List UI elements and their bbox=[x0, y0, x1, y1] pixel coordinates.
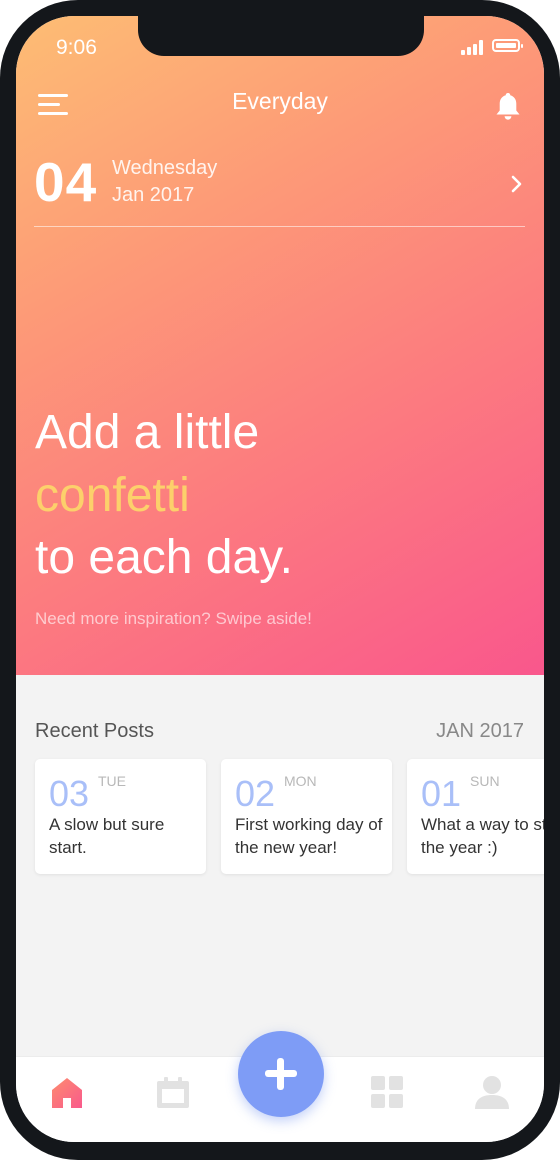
post-day-number: 03 bbox=[49, 773, 90, 814]
post-day-number: 02 bbox=[235, 773, 276, 814]
headline-highlight: confetti bbox=[35, 469, 190, 522]
battery-icon bbox=[492, 39, 523, 52]
headline-line-3: to each day. bbox=[35, 531, 293, 584]
calendar-icon[interactable] bbox=[156, 1077, 190, 1109]
hero-section: 9:06 Everyday 04 Wednesday Jan 2017 Add … bbox=[16, 16, 544, 675]
post-weekday: SUN bbox=[470, 773, 500, 789]
profile-icon[interactable] bbox=[474, 1075, 510, 1109]
chevron-right-icon[interactable] bbox=[510, 174, 524, 194]
date-weekday: Wednesday bbox=[112, 157, 218, 179]
status-time: 9:06 bbox=[56, 36, 97, 59]
date-month-year: Jan 2017 bbox=[112, 184, 195, 206]
home-icon[interactable] bbox=[50, 1076, 84, 1110]
date-day-number: 04 bbox=[34, 151, 98, 213]
swipe-hint: Need more inspiration? Swipe aside! bbox=[35, 609, 312, 628]
post-weekday: MON bbox=[284, 773, 317, 789]
grid-icon[interactable] bbox=[371, 1076, 403, 1108]
recent-posts-month[interactable]: JAN 2017 bbox=[436, 720, 524, 743]
post-text: A slow but sure start. bbox=[49, 815, 165, 857]
add-post-button[interactable] bbox=[238, 1031, 324, 1117]
app-screen: 9:06 Everyday 04 Wednesday Jan 2017 Add … bbox=[16, 16, 544, 1142]
post-text: First working day of the new year! bbox=[235, 815, 383, 857]
post-card[interactable]: 02 MON First working day of the new year… bbox=[221, 759, 392, 874]
post-weekday: TUE bbox=[98, 773, 126, 789]
app-title: Everyday bbox=[232, 88, 328, 114]
recent-posts-title: Recent Posts bbox=[35, 720, 154, 742]
post-day-number: 01 bbox=[421, 773, 462, 814]
post-card[interactable]: 01 SUN What a way to start the year :) bbox=[407, 759, 544, 874]
phone-frame: 9:06 Everyday 04 Wednesday Jan 2017 Add … bbox=[0, 0, 560, 1160]
bell-icon[interactable] bbox=[494, 91, 522, 121]
post-card[interactable]: 03 TUE A slow but sure start. bbox=[35, 759, 206, 874]
headline-line-1: Add a little bbox=[35, 406, 260, 459]
signal-icon bbox=[461, 40, 487, 55]
post-text: What a way to start the year :) bbox=[421, 815, 544, 857]
date-divider bbox=[34, 226, 525, 227]
notch bbox=[138, 16, 424, 56]
